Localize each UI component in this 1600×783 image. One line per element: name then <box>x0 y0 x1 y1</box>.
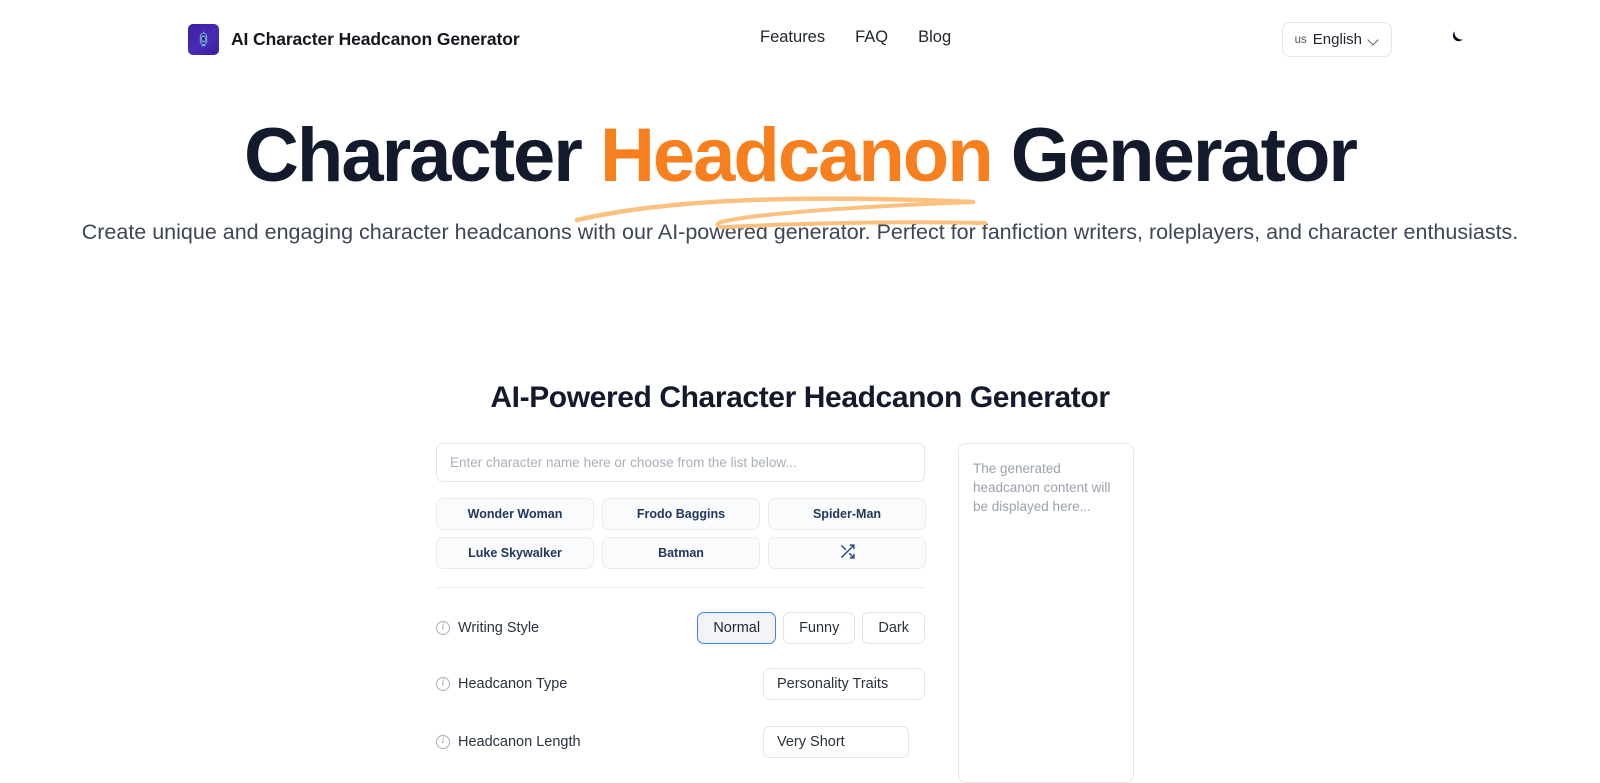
generator-section-title: AI-Powered Character Headcanon Generator <box>490 381 1110 414</box>
headcanon-length-control: Very Short <box>763 726 925 758</box>
character-chip-list: Wonder Woman Frodo Baggins Spider-Man Lu… <box>436 498 926 569</box>
generated-output-panel[interactable]: The generated headcanon content will be … <box>958 443 1134 783</box>
nav-item-blog[interactable]: Blog <box>918 28 951 47</box>
brand[interactable]: AI Character Headcanon Generator <box>188 24 520 55</box>
character-chip-batman[interactable]: Batman <box>602 537 760 569</box>
theme-toggle-button[interactable] <box>1442 26 1470 54</box>
lantern-logo-icon <box>188 24 219 55</box>
headcanon-length-select[interactable]: Very Short <box>763 726 909 758</box>
setting-label-text: Headcanon Type <box>458 676 568 692</box>
nav-item-features[interactable]: Features <box>760 28 825 47</box>
moon-icon <box>1446 29 1465 51</box>
writing-style-option-dark[interactable]: Dark <box>862 612 925 644</box>
form-divider <box>436 587 925 588</box>
page-title-part2: Generator <box>991 113 1358 198</box>
setting-row-writing-style: i Writing Style Normal Funny Dark <box>436 612 925 644</box>
main-nav: Features FAQ Blog <box>760 28 951 47</box>
character-chip-spider-man[interactable]: Spider-Man <box>768 498 926 530</box>
setting-label-headcanon-type: i Headcanon Type <box>436 676 567 692</box>
page-title: Character Headcanon Generator <box>244 118 1358 194</box>
brand-title: AI Character Headcanon Generator <box>231 29 520 49</box>
site-header: AI Character Headcanon Generator Feature… <box>0 0 1600 78</box>
headcanon-type-control: Personality Traits <box>763 668 925 700</box>
shuffle-icon <box>839 543 856 563</box>
nav-item-faq[interactable]: FAQ <box>855 28 888 47</box>
hero-subtitle: Create unique and engaging character hea… <box>81 220 1519 244</box>
shuffle-button[interactable] <box>768 537 926 569</box>
setting-label-text: Headcanon Length <box>458 734 581 750</box>
setting-label-writing-style: i Writing Style <box>436 620 539 636</box>
writing-style-option-normal[interactable]: Normal <box>697 612 777 644</box>
info-icon[interactable]: i <box>436 621 450 635</box>
writing-style-option-funny[interactable]: Funny <box>783 612 856 644</box>
output-placeholder-text: The generated headcanon content will be … <box>973 461 1111 514</box>
setting-row-headcanon-type: i Headcanon Type Personality Traits <box>436 668 925 700</box>
setting-label-headcanon-length: i Headcanon Length <box>436 734 581 750</box>
language-selector[interactable]: us English <box>1281 22 1392 57</box>
chevron-down-icon <box>1368 35 1379 46</box>
language-label: English <box>1312 31 1362 48</box>
info-icon[interactable]: i <box>436 677 450 691</box>
info-icon[interactable]: i <box>436 735 450 749</box>
page-title-highlight: Headcanon <box>599 113 994 198</box>
page-title-part1: Character <box>244 113 600 198</box>
language-country-code: us <box>1294 33 1307 46</box>
setting-row-headcanon-length: i Headcanon Length Very Short <box>436 726 925 758</box>
headcanon-type-select[interactable]: Personality Traits <box>763 668 925 700</box>
setting-label-text: Writing Style <box>458 620 540 636</box>
header-actions: us English <box>1281 22 1463 57</box>
writing-style-segmented-control: Normal Funny Dark <box>697 612 925 644</box>
character-chip-wonder-woman[interactable]: Wonder Woman <box>436 498 594 530</box>
hero-section: Character Headcanon Generator Create uni… <box>0 118 1600 249</box>
generator-form-panel: Wonder Woman Frodo Baggins Spider-Man Lu… <box>436 443 926 758</box>
character-chip-luke-skywalker[interactable]: Luke Skywalker <box>436 537 594 569</box>
character-chip-frodo-baggins[interactable]: Frodo Baggins <box>602 498 760 530</box>
character-name-input[interactable] <box>436 443 925 482</box>
